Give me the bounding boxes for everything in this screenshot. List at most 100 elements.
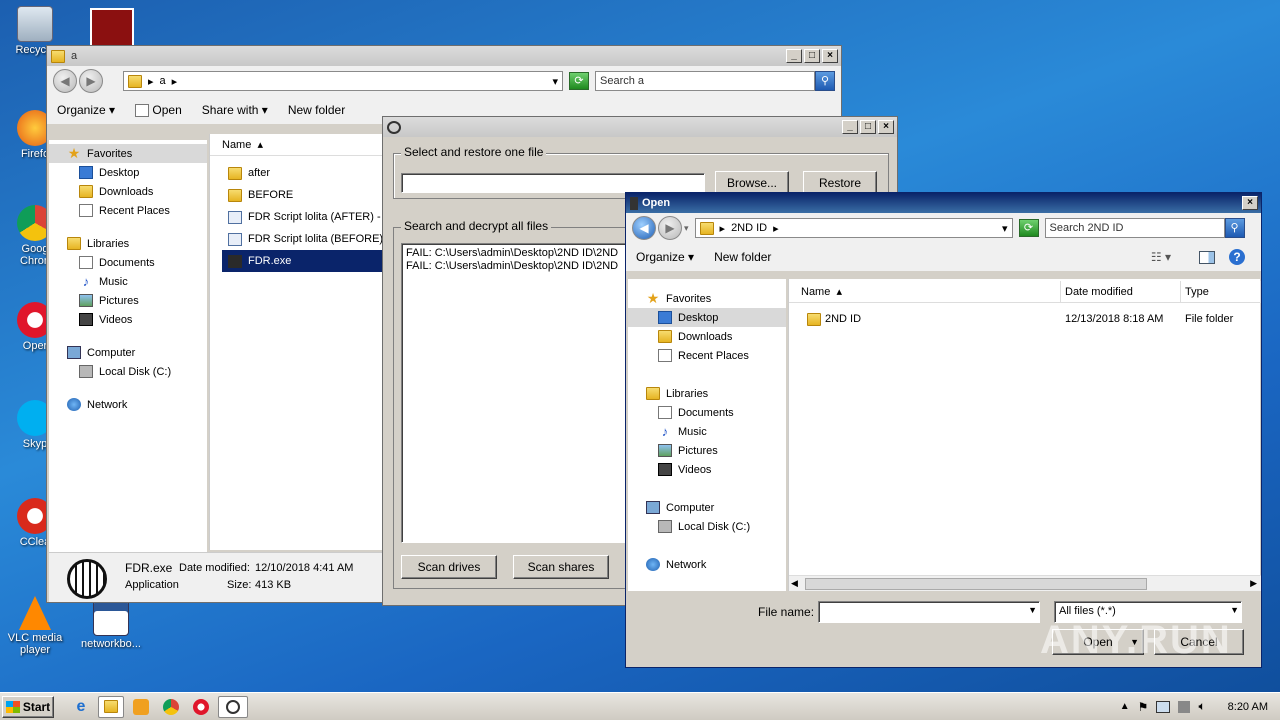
decryptor-titlebar[interactable]: _ □ × xyxy=(383,117,897,137)
back-button[interactable]: ◀ xyxy=(632,216,656,240)
nav-libraries[interactable]: Libraries xyxy=(646,384,786,403)
videos-icon xyxy=(79,313,93,326)
address-crumb[interactable]: a xyxy=(160,75,166,87)
windows-logo-icon xyxy=(5,700,20,713)
close-button[interactable]: × xyxy=(878,120,894,134)
column-header-name[interactable]: Name ▴ xyxy=(789,281,1061,303)
column-header-date[interactable]: Date modified xyxy=(1061,281,1181,303)
flag-icon[interactable]: ⚑ xyxy=(1138,700,1149,714)
clock[interactable]: 8:20 AM xyxy=(1228,701,1268,713)
action-center-icon[interactable] xyxy=(1178,700,1191,713)
nav-libraries[interactable]: Libraries xyxy=(67,234,207,253)
chrome-taskbar-icon[interactable] xyxy=(158,696,184,718)
nav-favorites[interactable]: ★ Favorites xyxy=(646,289,786,308)
nav-documents[interactable]: Documents xyxy=(67,253,207,272)
decryptor-taskbar-icon[interactable] xyxy=(218,695,248,718)
maximize-button[interactable]: □ xyxy=(804,49,820,63)
minimize-button[interactable]: _ xyxy=(786,49,802,63)
file-date: 12/13/2018 8:18 AM xyxy=(1065,313,1164,325)
share-with-menu[interactable]: Share with ▾ xyxy=(202,103,268,117)
nav-downloads[interactable]: Downloads xyxy=(646,327,786,346)
search-input[interactable]: Search 2ND ID xyxy=(1044,218,1225,238)
desktop-icon-networkbo[interactable]: networkbo... xyxy=(76,600,146,650)
opera-taskbar-icon[interactable] xyxy=(188,696,214,718)
network-tray-icon[interactable] xyxy=(1156,700,1171,713)
nav-desktop[interactable]: Desktop xyxy=(628,308,786,327)
help-icon[interactable]: ? xyxy=(1229,249,1245,265)
nav-favorites[interactable]: ★ Favorites xyxy=(49,144,207,163)
filename-label: File name: xyxy=(758,605,815,619)
filename-input[interactable]: ▼ xyxy=(818,601,1040,623)
back-button[interactable]: ◀ xyxy=(53,69,77,93)
close-button[interactable]: × xyxy=(1242,196,1258,210)
address-crumb[interactable]: 2ND ID xyxy=(731,222,767,234)
desktop-icon-vlc[interactable]: VLC media player xyxy=(0,596,70,656)
nav-recent-places[interactable]: Recent Places xyxy=(67,201,207,220)
organize-menu[interactable]: Organize ▾ xyxy=(57,103,115,117)
documents-icon xyxy=(79,256,93,269)
ie-icon[interactable]: e xyxy=(68,696,94,718)
restore-file-input[interactable] xyxy=(401,173,705,193)
search-input[interactable]: Search a xyxy=(595,71,815,91)
horizontal-scrollbar[interactable]: ◀ ▶ xyxy=(789,575,1261,591)
scroll-right-arrow[interactable]: ▶ xyxy=(1250,578,1257,589)
file-type-dropdown-icon[interactable]: ▼ xyxy=(1230,605,1239,615)
refresh-icon[interactable]: ⟳ xyxy=(569,72,589,90)
open-dialog-titlebar[interactable]: Open × xyxy=(626,193,1261,213)
maximize-button[interactable]: □ xyxy=(860,120,876,134)
nav-computer[interactable]: Computer xyxy=(646,498,786,517)
new-folder-button[interactable]: New folder xyxy=(714,250,771,264)
search-icon[interactable]: ⚲ xyxy=(1224,218,1245,238)
nav-pictures[interactable]: Pictures xyxy=(67,291,207,310)
minimize-button[interactable]: _ xyxy=(842,120,858,134)
nav-music[interactable]: ♪ Music xyxy=(67,272,207,291)
search-icon[interactable]: ⚲ xyxy=(815,71,835,91)
nav-downloads[interactable]: Downloads xyxy=(67,182,207,201)
filename-dropdown-icon[interactable]: ▼ xyxy=(1028,605,1037,615)
new-folder-button[interactable]: New folder xyxy=(288,103,345,117)
nav-computer[interactable]: Computer xyxy=(67,343,207,362)
start-button[interactable]: Start xyxy=(2,695,54,718)
volume-icon[interactable]: 🔈︎ xyxy=(1198,699,1205,714)
nav-recent-places[interactable]: Recent Places xyxy=(646,346,786,365)
close-button[interactable]: × xyxy=(822,49,838,63)
refresh-icon[interactable]: ⟳ xyxy=(1018,219,1039,237)
explorer-titlebar[interactable]: a _ □ × xyxy=(47,46,841,66)
organize-menu[interactable]: Organize ▾ xyxy=(636,250,694,264)
file-row[interactable]: 2ND ID 12/13/2018 8:18 AM File folder xyxy=(805,311,1255,329)
address-dropdown-icon[interactable]: ▾ xyxy=(552,75,558,88)
nav-music[interactable]: ♪ Music xyxy=(646,422,786,441)
nav-network[interactable]: Network xyxy=(646,555,786,574)
preview-pane-icon[interactable] xyxy=(1199,250,1215,264)
nav-videos[interactable]: Videos xyxy=(646,460,786,479)
nav-local-disk[interactable]: Local Disk (C:) xyxy=(646,517,786,536)
nav-local-disk[interactable]: Local Disk (C:) xyxy=(67,362,207,381)
open-button[interactable]: Open xyxy=(135,103,182,118)
folder-icon xyxy=(228,188,242,202)
desktop-icon xyxy=(79,166,93,179)
show-hidden-icons[interactable]: ▲ xyxy=(1120,701,1130,712)
address-dropdown-icon[interactable]: ▾ xyxy=(1002,222,1008,235)
nav-pictures[interactable]: Pictures xyxy=(646,441,786,460)
address-bar[interactable]: ▸ a ▸ ▾ xyxy=(123,71,563,91)
nav-network[interactable]: Network xyxy=(67,395,207,414)
scan-shares-button[interactable]: Scan shares xyxy=(513,555,609,579)
nav-videos[interactable]: Videos xyxy=(67,310,207,329)
media-player-icon[interactable] xyxy=(128,696,154,718)
address-bar[interactable]: ▸ 2ND ID ▸ ▾ xyxy=(694,218,1013,238)
recent-dropdown-icon[interactable]: ▾ xyxy=(684,223,689,234)
desktop-icon-label: Oper xyxy=(22,340,48,352)
scroll-left-arrow[interactable]: ◀ xyxy=(791,578,798,589)
folder-icon xyxy=(699,221,714,235)
nav-desktop[interactable]: Desktop xyxy=(67,163,207,182)
forward-button[interactable]: ▶ xyxy=(658,216,682,240)
view-options-icon[interactable]: ☷ ▾ xyxy=(1151,250,1171,264)
explorer-taskbar-icon[interactable] xyxy=(98,695,124,718)
acrobat-icon[interactable] xyxy=(90,8,134,48)
column-header-type[interactable]: Type xyxy=(1181,281,1261,303)
nav-documents[interactable]: Documents xyxy=(646,403,786,422)
open-file-pane: Name ▴ Date modified Type 2ND ID 12/13/2… xyxy=(788,279,1261,591)
scrollbar-thumb[interactable] xyxy=(805,578,1147,590)
forward-button[interactable]: ▶ xyxy=(79,69,103,93)
scan-drives-button[interactable]: Scan drives xyxy=(401,555,497,579)
